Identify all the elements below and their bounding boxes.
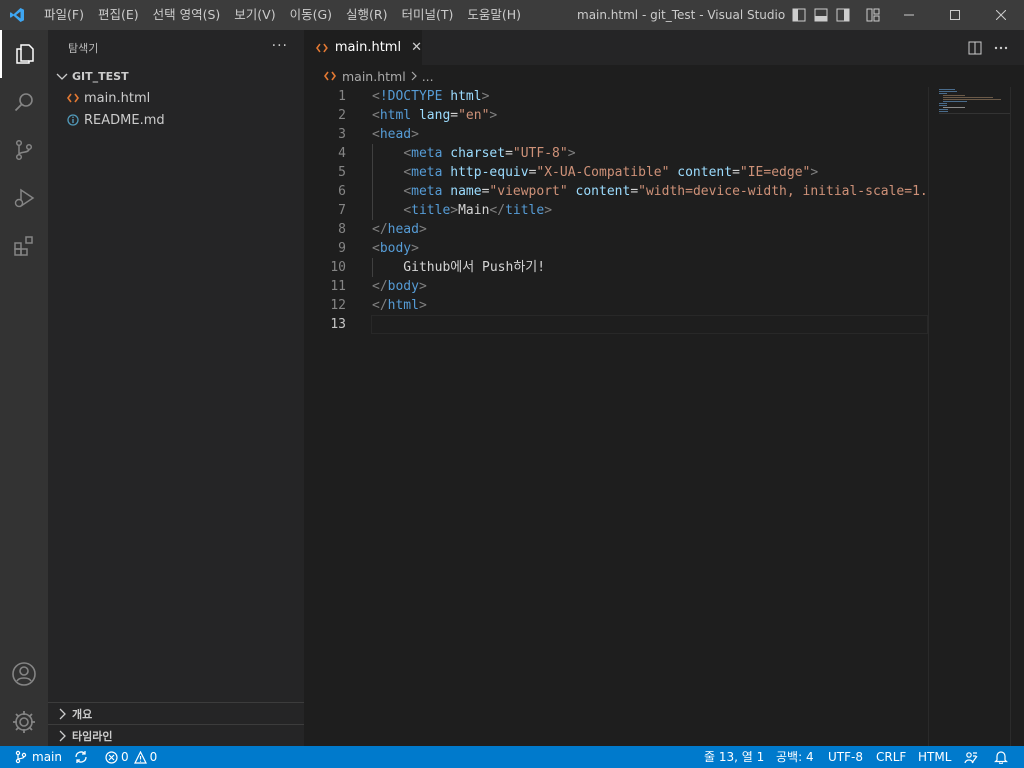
breadcrumb-symbol[interactable]: ... xyxy=(422,69,434,84)
file-label: main.html xyxy=(84,90,151,106)
code-editor[interactable]: 1 <!DOCTYPE html> 2 <html lang="en"> 3 <hea… xyxy=(304,87,951,746)
sync-icon[interactable] xyxy=(74,746,88,768)
explorer-sidebar: 탐색기 ··· GIT_TEST main.html README.md 개요 … xyxy=(48,30,304,746)
warning-icon xyxy=(133,750,147,764)
feedback-icon[interactable] xyxy=(964,746,979,768)
menu-terminal[interactable]: 터미널(T) xyxy=(395,0,461,30)
menu-file[interactable]: 파일(F) xyxy=(37,0,91,30)
encoding[interactable]: UTF-8 xyxy=(828,746,863,768)
notifications-bell-icon[interactable] xyxy=(994,746,1008,768)
run-debug-icon[interactable] xyxy=(0,174,48,222)
section-label: 개요 xyxy=(72,707,93,721)
code-line: 9 <body> xyxy=(338,241,419,256)
folder-git-test[interactable]: GIT_TEST xyxy=(48,65,304,87)
code-line: 11 </body> xyxy=(330,279,427,294)
code-line: 6 <meta name="viewport" content="width=d… xyxy=(338,184,951,199)
indentation[interactable]: 공백: 4 xyxy=(776,746,814,768)
window-title: main.html - git_Test - Visual Studio Co.… xyxy=(577,8,787,22)
chevron-down-icon xyxy=(56,73,68,80)
accounts-icon[interactable] xyxy=(0,650,48,698)
git-branch-icon xyxy=(15,750,27,764)
code-line: 8 </head> xyxy=(338,222,427,237)
warning-count: 0 xyxy=(149,750,158,764)
menu-selection[interactable]: 선택 영역(S) xyxy=(146,0,228,30)
code-line: 2 <html lang="en"> xyxy=(338,108,498,123)
toggle-secondary-sidebar-icon[interactable] xyxy=(832,0,854,30)
error-count: 0 xyxy=(121,750,129,764)
tab-main-html[interactable]: main.html ✕ xyxy=(304,30,422,65)
settings-gear-icon[interactable] xyxy=(0,698,48,746)
section-timeline[interactable]: 타임라인 xyxy=(48,724,304,746)
html-file-icon xyxy=(324,71,336,81)
layout-controls xyxy=(788,0,884,30)
code-line: 12 </html> xyxy=(330,298,427,313)
menu-edit[interactable]: 편집(E) xyxy=(91,0,146,30)
menu-go[interactable]: 이동(G) xyxy=(283,0,339,30)
activity-bar xyxy=(0,30,48,746)
search-icon[interactable] xyxy=(0,78,48,126)
branch-indicator[interactable]: main xyxy=(14,746,62,768)
vscode-logo-icon xyxy=(0,0,34,30)
split-editor-icon[interactable] xyxy=(962,30,988,65)
code-line: 5 <meta http-equiv="X-UA-Compatible" con… xyxy=(338,165,819,180)
tab-label: main.html xyxy=(334,40,402,55)
code-line: 10 Github에서 Push하기! xyxy=(330,260,546,275)
close-icon[interactable]: ✕ xyxy=(411,40,422,55)
html-file-icon xyxy=(316,43,328,52)
customize-layout-icon[interactable] xyxy=(862,0,884,30)
explorer-icon[interactable] xyxy=(0,30,48,78)
file-readme-md[interactable]: README.md xyxy=(48,109,304,131)
chevron-right-icon xyxy=(411,71,417,81)
vertical-scrollbar[interactable] xyxy=(1010,87,1024,746)
folder-label: GIT_TEST xyxy=(72,69,129,83)
sidebar-title: 탐색기 xyxy=(68,41,99,55)
sidebar-header: 탐색기 ··· xyxy=(48,30,304,65)
minimap[interactable] xyxy=(928,87,1011,746)
toggle-sidebar-icon[interactable] xyxy=(788,0,810,30)
menu-bar: 파일(F) 편집(E) 선택 영역(S) 보기(V) 이동(G) 실행(R) 터… xyxy=(37,0,528,30)
code-line: 4 <meta charset="UTF-8"> xyxy=(338,146,576,161)
branch-name: main xyxy=(32,750,62,764)
cursor-position[interactable]: 줄 13, 열 1 xyxy=(704,746,764,768)
minimize-button[interactable] xyxy=(886,0,932,30)
close-button[interactable] xyxy=(978,0,1024,30)
language-mode[interactable]: HTML xyxy=(918,746,951,768)
extensions-icon[interactable] xyxy=(0,222,48,270)
menu-view[interactable]: 보기(V) xyxy=(227,0,282,30)
file-label: README.md xyxy=(84,112,165,128)
section-label: 타임라인 xyxy=(72,729,113,743)
code-line: 7 <title>Main</title> xyxy=(338,203,553,218)
more-actions-icon[interactable] xyxy=(988,30,1014,65)
maximize-button[interactable] xyxy=(932,0,978,30)
status-bar: main 0 0 줄 13, 열 1 공백: 4 UTF-8 CRLF HTML xyxy=(0,746,1024,768)
more-actions-button[interactable]: ··· xyxy=(272,38,288,54)
breadcrumb-file[interactable]: main.html xyxy=(342,69,406,84)
title-bar: 파일(F) 편집(E) 선택 영역(S) 보기(V) 이동(G) 실행(R) 터… xyxy=(0,0,1024,30)
error-icon xyxy=(105,750,118,764)
info-icon xyxy=(64,114,82,126)
code-line: 1 <!DOCTYPE html> xyxy=(338,89,490,104)
code-line: 3 <head> xyxy=(338,127,419,142)
menu-help[interactable]: 도움말(H) xyxy=(460,0,528,30)
file-main-html[interactable]: main.html xyxy=(48,87,304,109)
code-line: 13 xyxy=(330,317,346,332)
source-control-icon[interactable] xyxy=(0,126,48,174)
editor-tabs: main.html ✕ xyxy=(304,30,1024,65)
menu-run[interactable]: 실행(R) xyxy=(339,0,394,30)
breadcrumb: main.html ... xyxy=(304,65,1024,87)
end-of-line[interactable]: CRLF xyxy=(876,746,906,768)
chevron-right-icon xyxy=(59,730,66,741)
problems-indicator[interactable]: 0 0 xyxy=(105,746,157,768)
chevron-right-icon xyxy=(59,708,66,719)
html-file-icon xyxy=(64,92,82,104)
section-outline[interactable]: 개요 xyxy=(48,702,304,724)
toggle-panel-icon[interactable] xyxy=(810,0,832,30)
